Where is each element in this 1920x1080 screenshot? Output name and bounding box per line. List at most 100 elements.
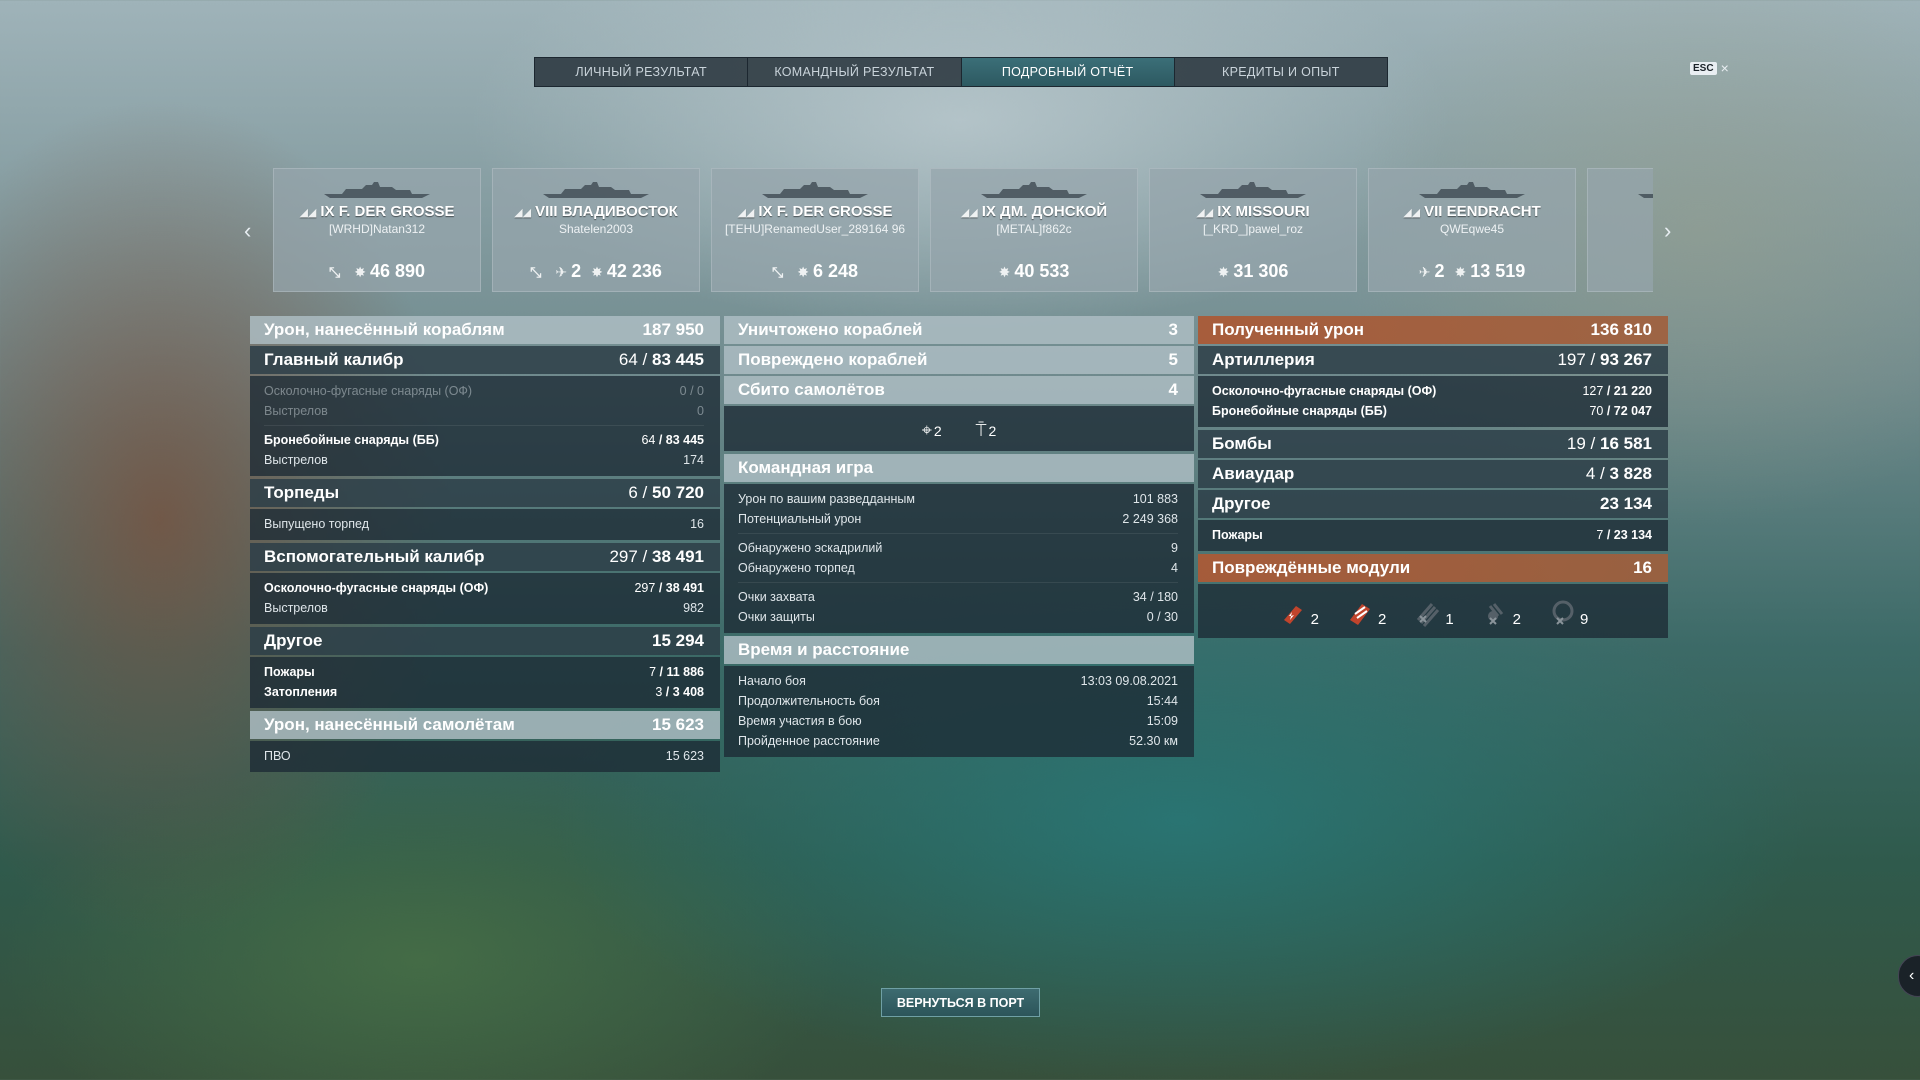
bombs-damage: 16 581 bbox=[1600, 434, 1652, 453]
ship-card[interactable]: ◢◢ IX MISSOURI [_KRD_]pawel_roz ✸ 31 306 bbox=[1149, 168, 1357, 292]
ship-card-stats: ✸ 40 533 bbox=[931, 261, 1137, 282]
chevron-right-icon[interactable]: › bbox=[1664, 218, 1671, 244]
turret-icon bbox=[1552, 600, 1574, 625]
damage-stat: ✸ 13 519 bbox=[1454, 261, 1525, 282]
tab-team-result[interactable]: КОМАНДНЫЙ РЕЗУЛЬТАТ bbox=[748, 58, 962, 86]
team-row-value: 2 249 368 bbox=[1122, 512, 1178, 526]
torpedoes-hits: 6 bbox=[628, 483, 638, 502]
torpedo-stat: ⤡ bbox=[329, 261, 344, 282]
stat-value: 2 bbox=[571, 261, 582, 281]
ap-hits: 64 bbox=[641, 433, 656, 447]
crosshair-value: 2 bbox=[933, 423, 942, 439]
artillery-title: Артиллерия bbox=[1212, 350, 1315, 369]
received-damage-value: 136 810 bbox=[1590, 320, 1652, 339]
ship-damage-header: Урон, нанесённый кораблям 187 950 bbox=[250, 316, 720, 344]
damage-stat: ✸ 42 236 bbox=[591, 261, 662, 282]
steering-module: 2 bbox=[1345, 598, 1386, 628]
engine-icon bbox=[1283, 606, 1302, 624]
tab-personal-result[interactable]: ЛИЧНЫЙ РЕЗУЛЬТАТ bbox=[535, 58, 749, 86]
ship-damage-value: 187 950 bbox=[642, 320, 704, 339]
time-row-value: 52.30 км bbox=[1129, 734, 1178, 748]
time-row-value: 13:03 09.08.2021 bbox=[1080, 674, 1178, 688]
ship-name: ◢◢ VII EENDRACHT bbox=[1369, 203, 1575, 220]
ship-card[interactable]: ◢◢ VII EENDRACHT QWEqwe45 ✈ 2 ✸ 13 519 bbox=[1368, 168, 1576, 292]
player-name: QWEqwe45 bbox=[1439, 222, 1505, 236]
chevron-left-icon[interactable]: ‹ bbox=[244, 218, 251, 244]
plane-stat: ✈ 2 bbox=[555, 261, 581, 282]
planes-shot-header: Сбито самолётов 4 bbox=[724, 376, 1194, 404]
plane-icon: ✈ bbox=[1418, 264, 1431, 280]
ships-damaged-label: Повреждено кораблей bbox=[738, 350, 928, 369]
aircraft-damage-value: 15 623 bbox=[652, 715, 704, 734]
ship-card[interactable]: [SHN bbox=[1587, 168, 1653, 292]
stat-value: 40 533 bbox=[1014, 261, 1070, 281]
plane-stat: ✈ 2 bbox=[1419, 261, 1445, 282]
crosshair-stat: ⌖ 2 bbox=[922, 420, 942, 441]
close-button[interactable]: ESC × bbox=[1690, 60, 1729, 76]
engine-count: 2 bbox=[1310, 611, 1319, 628]
flooding-label: Затопления bbox=[264, 685, 338, 699]
torpedo-icon: ⤡ bbox=[530, 264, 542, 280]
ship-silhouette-icon bbox=[543, 182, 649, 198]
flooding-damage: 3 408 bbox=[672, 685, 704, 699]
fires-damage: 11 886 bbox=[666, 665, 704, 679]
aa-label: ПВО bbox=[264, 749, 291, 763]
torpedoes-header: Торпеды 6 / 50 720 bbox=[250, 479, 720, 507]
received-fires-count: 7 bbox=[1596, 528, 1604, 542]
player-name: [SHN bbox=[1588, 223, 1653, 236]
ship-card-stats: ⤡ ✸ 46 890 bbox=[274, 261, 480, 282]
tab-credits-xp[interactable]: КРЕДИТЫ И ОПЫТ bbox=[1175, 58, 1387, 86]
ship-card[interactable]: ◢◢ IX F. DER GROSSE [WRHD]Natan312 ⤡ ✸ 46 890 bbox=[273, 168, 481, 292]
main-battery-title: Главный калибр bbox=[264, 350, 404, 369]
ships-damaged-header: Повреждено кораблей 5 bbox=[724, 346, 1194, 374]
damage-stat: ✸ 46 890 bbox=[354, 261, 425, 282]
return-to-port-button[interactable]: ВЕРНУТЬСЯ В ПОРТ bbox=[881, 988, 1040, 1017]
side-panel-toggle-icon[interactable]: ‹ bbox=[1898, 955, 1920, 997]
player-name: Shatelen2003 bbox=[558, 222, 634, 236]
torpedo-icon: ⤡ bbox=[772, 264, 784, 280]
received-other-value: 23 134 bbox=[1600, 494, 1652, 513]
secondary-shots-value: 982 bbox=[683, 601, 704, 615]
received-he-damage: 21 220 bbox=[1613, 384, 1652, 398]
airstrike-title: Авиаудар bbox=[1212, 464, 1295, 483]
aa-gun-module: 2 bbox=[1480, 598, 1521, 628]
ship-card[interactable]: ◢◢ VIII ВЛАДИВОСТОК Shatelen2003 ⤡ ✈ 2 ✸ 42 236 bbox=[492, 168, 700, 292]
time-distance-title: Время и расстояние bbox=[738, 640, 910, 659]
main-battery-header: Главный калибр 64 / 83 445 bbox=[250, 346, 720, 374]
received-other-details: Пожары 7 / 23 134 bbox=[1198, 520, 1668, 551]
tab-bar: ЛИЧНЫЙ РЕЗУЛЬТАТ КОМАНДНЫЙ РЕЗУЛЬТАТ ПОД… bbox=[534, 57, 1388, 87]
secondary-he-hits: 297 bbox=[634, 581, 656, 595]
ship-card[interactable]: ◢◢ IX ДМ. ДОНСКОЙ [METAL]f862c ✸ 40 533 bbox=[930, 168, 1138, 292]
team-row-label: Очки захвата bbox=[738, 590, 815, 604]
secondary-details: Осколочно-фугасные снаряды (ОФ) 297 / 38 … bbox=[250, 573, 720, 624]
ap-shots-label: Выстрелов bbox=[264, 453, 328, 467]
received-he-label: Осколочно-фугасные снаряды (ОФ) bbox=[1212, 384, 1437, 398]
ship-class-icon: ◢◢ bbox=[514, 207, 532, 219]
team-play-title: Командная игра bbox=[738, 458, 874, 477]
ap-damage: 83 445 bbox=[665, 433, 704, 447]
artillery-damage: 93 267 bbox=[1600, 350, 1652, 369]
secondary-title: Вспомогательный калибр bbox=[264, 547, 485, 566]
ship-card-stats: ✈ 2 ✸ 13 519 bbox=[1369, 261, 1575, 282]
other-damage-details: Пожары 7 / 11 886 Затопления 3 / 3 408 bbox=[250, 657, 720, 708]
aa-details: ПВО 15 623 bbox=[250, 741, 720, 772]
bombs-hits: 19 bbox=[1566, 434, 1586, 453]
time-row-label: Начало боя bbox=[738, 674, 806, 688]
damage-icon: ✸ bbox=[1454, 264, 1467, 280]
aa-value: 15 623 bbox=[665, 749, 704, 763]
ship-silhouette-icon bbox=[981, 182, 1087, 198]
stat-value: 6 248 bbox=[812, 261, 858, 281]
planes-breakdown: ⌖ 2 ⍑ 2 bbox=[724, 406, 1194, 451]
ship-name-text: IX MISSOURI bbox=[1217, 203, 1310, 220]
secondary-damage: 38 491 bbox=[652, 547, 704, 566]
ships-damaged-value: 5 bbox=[1168, 350, 1178, 369]
ship-carousel: ◢◢ IX F. DER GROSSE [WRHD]Natan312 ⤡ ✸ 46 890… bbox=[273, 168, 1653, 292]
team-row-label: Обнаружено торпед bbox=[738, 561, 855, 575]
he-label: Осколочно-фугасные снаряды (ОФ) bbox=[264, 384, 473, 398]
tab-detailed-report[interactable]: ПОДРОБНЫЙ ОТЧЁТ bbox=[961, 58, 1175, 86]
bombs-title: Бомбы bbox=[1212, 434, 1272, 453]
ship-card[interactable]: ◢◢ IX F. DER GROSSE [TEHU]RenamedUser_2891… bbox=[711, 168, 919, 292]
steering-icon bbox=[1349, 604, 1370, 625]
ship-name: ◢◢ IX MISSOURI bbox=[1150, 203, 1356, 220]
main-battery-details: Осколочно-фугасные снаряды (ОФ) 0 / 0 Выс… bbox=[250, 376, 720, 476]
